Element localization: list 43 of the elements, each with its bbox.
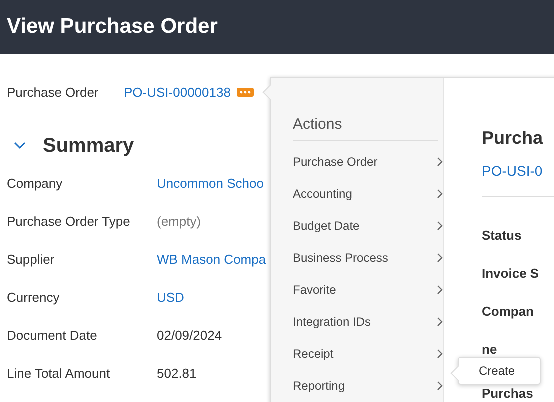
menu-title: Actions: [293, 116, 438, 141]
section-title: Summary: [43, 134, 134, 158]
page-title: View Purchase Order: [7, 15, 218, 39]
chevron-icon: [437, 157, 443, 167]
field-value: 02/09/2024: [157, 328, 222, 344]
menu-item[interactable]: Reporting: [293, 375, 443, 397]
submenu-item[interactable]: Create: [479, 364, 516, 378]
menu-item[interactable]: Budget Date: [293, 215, 443, 237]
more-icon: [240, 90, 251, 94]
detail-title: Purcha: [482, 128, 544, 149]
field-value: 502.81: [157, 366, 197, 382]
chevron-icon: [437, 381, 443, 391]
field-label: Supplier: [7, 252, 55, 268]
purchase-order-link[interactable]: PO-USI-0: [482, 163, 554, 179]
chevron-icon: [437, 253, 443, 263]
field-label: Currency: [7, 290, 60, 306]
chevron-icon: [437, 221, 443, 231]
field-link[interactable]: USD: [157, 290, 184, 306]
field-label: Line Total Amount: [7, 366, 110, 382]
menu-item[interactable]: Accounting: [293, 183, 443, 205]
chevron-icon: [437, 189, 443, 199]
chevron-icon: [437, 285, 443, 295]
field-label: Purchase Order Type: [7, 214, 130, 230]
menu-item[interactable]: Receipt: [293, 343, 443, 365]
field-link[interactable]: WB Mason Compa: [157, 252, 266, 268]
menu-item[interactable]: Favorite: [293, 279, 443, 301]
chevron-icon[interactable]: [14, 142, 26, 150]
field-label: Compan: [482, 303, 535, 320]
field-label: Document Date: [7, 328, 98, 344]
purchase-order-link[interactable]: PO-USI-00000138: [124, 84, 231, 100]
chevron-icon: [437, 317, 443, 327]
menu-item[interactable]: Purchase Order: [293, 151, 443, 173]
field-label: Company: [7, 176, 63, 192]
menu-item[interactable]: Business Process: [293, 247, 443, 269]
field-label: Status: [482, 227, 523, 244]
menu-item[interactable]: Integration IDs: [293, 311, 443, 333]
field-link[interactable]: Uncommon Schoo: [157, 176, 264, 192]
field-label: Invoice S: [482, 265, 540, 282]
field-value: (empty): [157, 214, 202, 230]
field-label: ne: [482, 341, 498, 358]
field-label: Purchas: [482, 385, 534, 402]
chevron-icon: [437, 349, 443, 359]
field-label: Purchase Order: [7, 84, 100, 100]
